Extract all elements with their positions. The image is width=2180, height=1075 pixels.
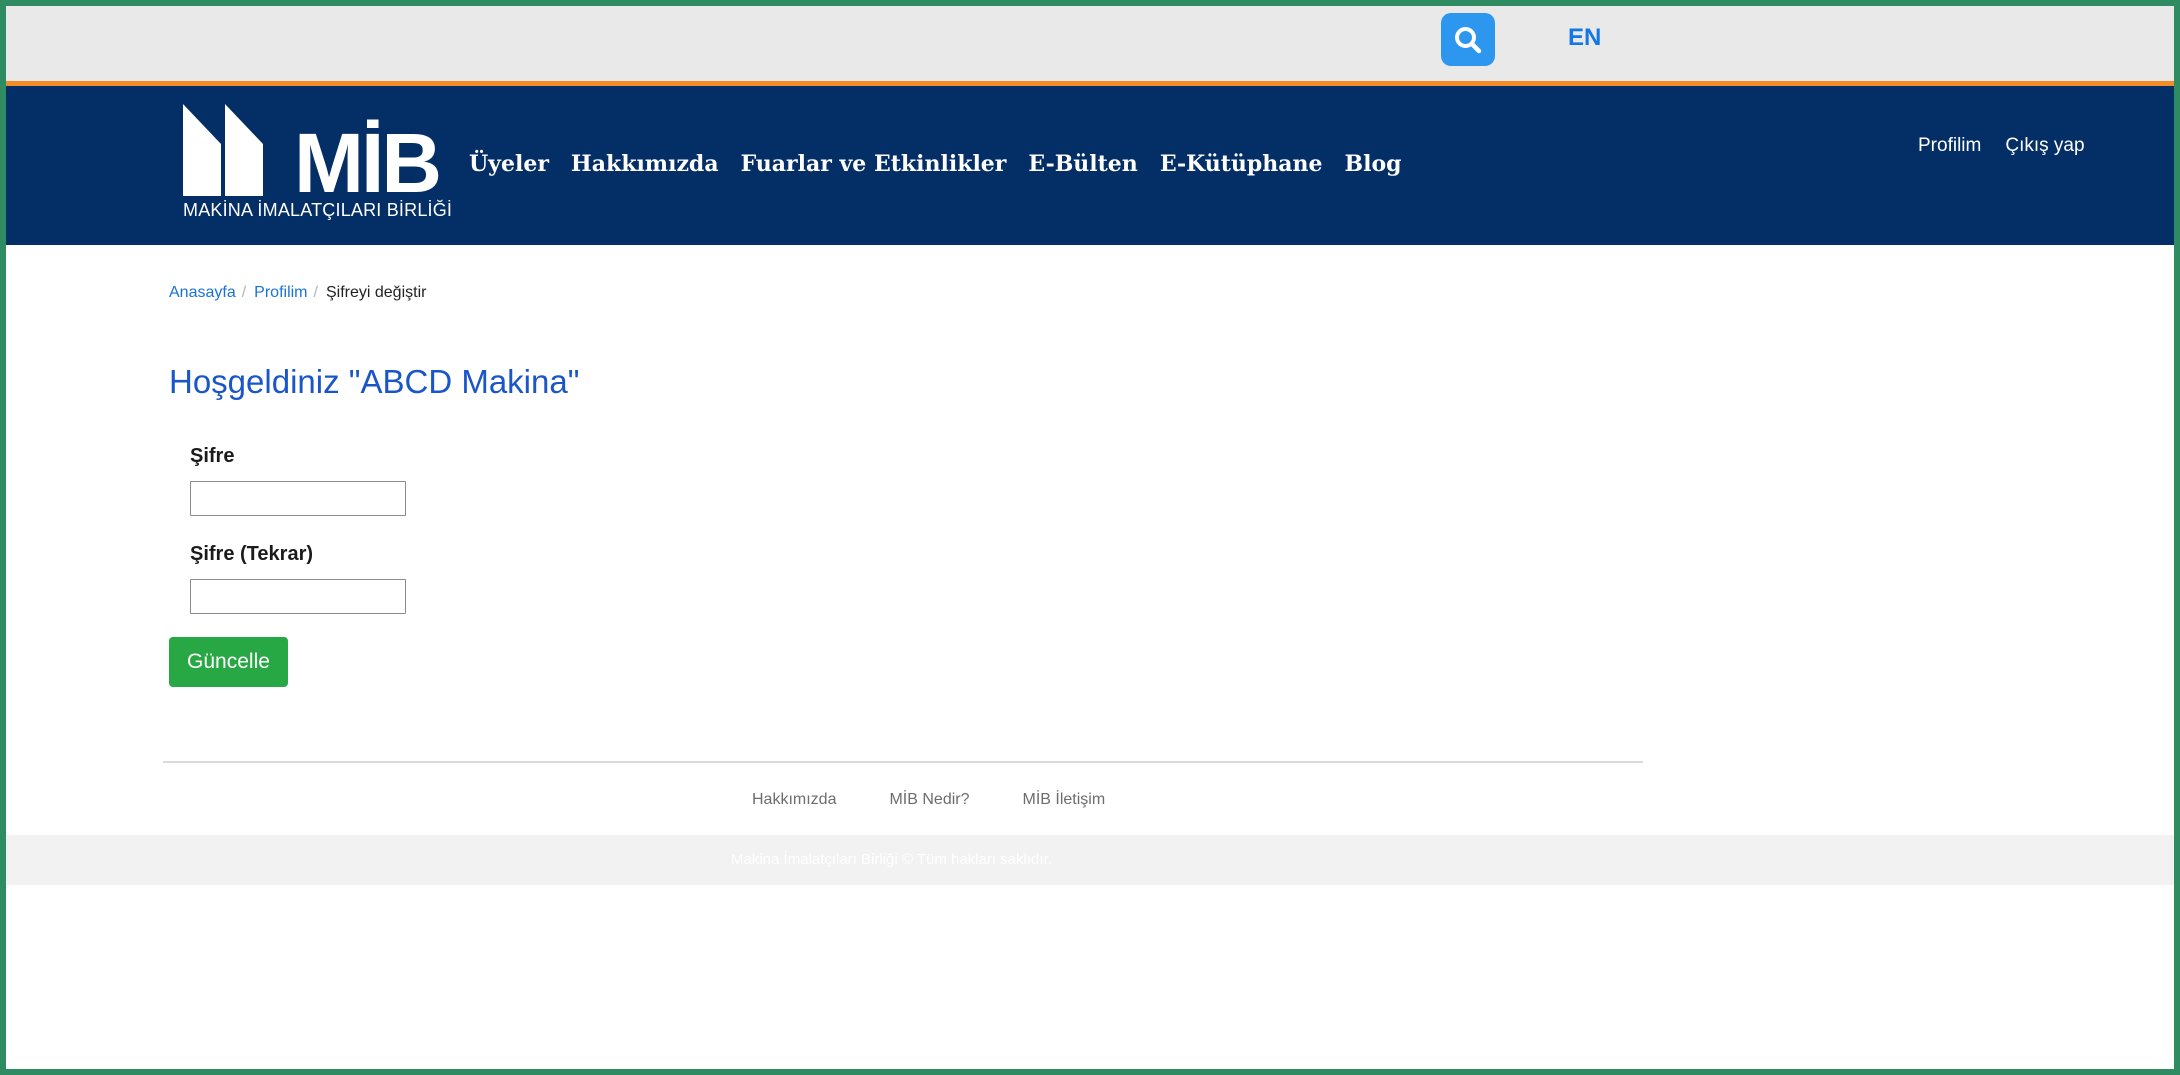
- footer-link-hakkimizda[interactable]: Hakkımızda: [752, 791, 836, 809]
- breadcrumb-profile-link[interactable]: Profilim: [254, 284, 307, 302]
- password-label: Şifre: [190, 445, 235, 467]
- password-repeat-label: Şifre (Tekrar): [190, 543, 314, 565]
- primary-menu: Üyeler Hakkımızda Fuarlar ve Etkinlikler…: [469, 151, 1424, 177]
- nav-item-uyeler[interactable]: Üyeler: [469, 151, 549, 177]
- nav-item-e-bulten[interactable]: E-Bülten: [1028, 151, 1137, 177]
- footer-link-mib-iletisim[interactable]: MİB İletişim: [1023, 791, 1106, 809]
- top-utility-bar: [6, 6, 2174, 81]
- logo-subtitle: MAKİNA İMALATÇILARI BİRLİĞİ: [183, 200, 453, 220]
- logo-wordmark: MİB: [294, 116, 439, 196]
- nav-item-fuarlar-ve-etkinlikler[interactable]: Fuarlar ve Etkinlikler: [741, 151, 1007, 177]
- page-title: Hoşgeldiniz "ABCD Makina": [169, 363, 580, 400]
- logo-mark: MİB: [183, 104, 442, 210]
- search-icon: [1455, 26, 1482, 53]
- logout-link[interactable]: Çıkış yap: [2005, 135, 2084, 157]
- search-button[interactable]: [1441, 13, 1495, 66]
- breadcrumb-separator: /: [313, 284, 318, 301]
- nav-item-hakkimizda[interactable]: Hakkımızda: [571, 151, 719, 177]
- update-button[interactable]: Güncelle: [169, 637, 288, 687]
- language-switch-link[interactable]: EN: [1568, 24, 1601, 52]
- user-links: Profilim Çıkış yap: [1918, 135, 2085, 157]
- profile-link[interactable]: Profilim: [1918, 135, 1981, 157]
- breadcrumb: Anasayfa / Profilim / Şifreyi değiştir: [169, 284, 426, 302]
- copyright-bar: [6, 835, 2174, 885]
- breadcrumb-current: Şifreyi değiştir: [325, 284, 427, 301]
- breadcrumb-separator: /: [241, 284, 247, 301]
- password-field[interactable]: [190, 481, 406, 516]
- copyright-text: Makina İmalatçıları Birliği © Tüm haklar…: [731, 851, 1052, 868]
- footer-divider: [163, 761, 1643, 763]
- nav-item-e-kutuphane[interactable]: E-Kütüphane: [1160, 151, 1323, 177]
- breadcrumb-home-link[interactable]: Anasayfa: [169, 284, 236, 302]
- nav-item-blog[interactable]: Blog: [1345, 151, 1402, 177]
- footer-link-mib-nedir[interactable]: MİB Nedir?: [889, 791, 969, 809]
- password-repeat-field[interactable]: [190, 579, 406, 614]
- mib-logo[interactable]: MİB MAKİNA İMALATÇILARI BİRLİĞİ: [183, 100, 453, 230]
- footer-links: Hakkımızda MİB Nedir? MİB İletişim: [752, 791, 1105, 809]
